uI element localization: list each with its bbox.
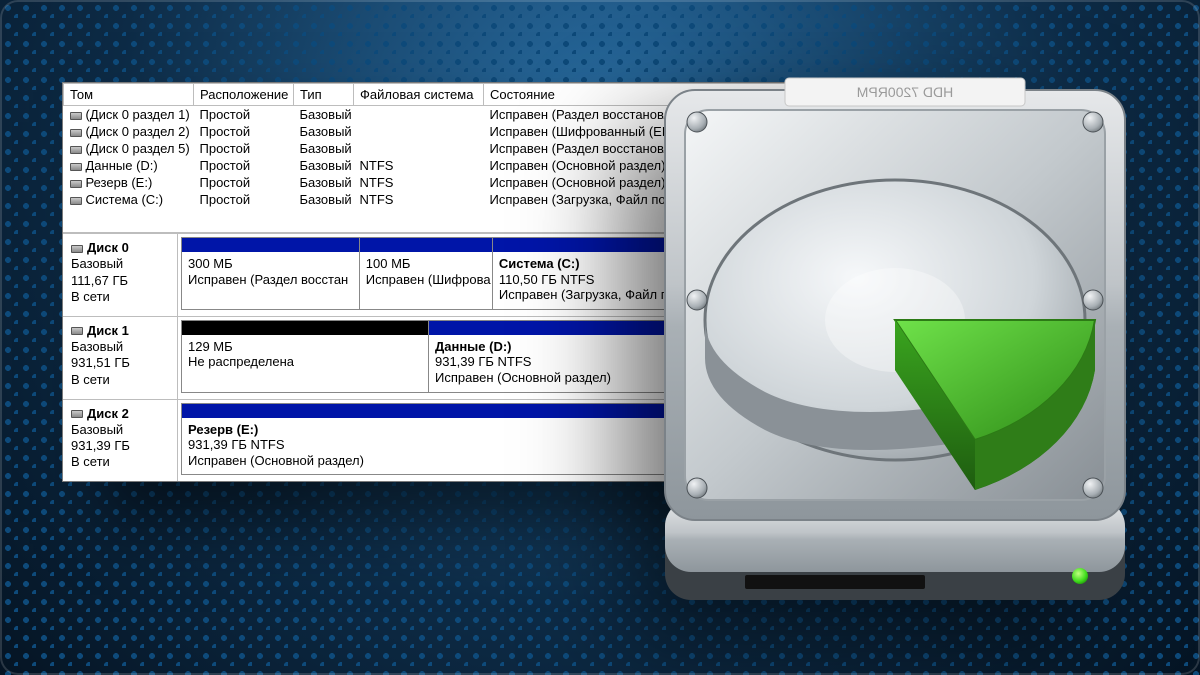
volume-type: Базовый xyxy=(294,106,354,124)
partition-stripe xyxy=(182,238,359,252)
volume-layout: Простой xyxy=(194,157,294,174)
disk-state: В сети xyxy=(71,454,169,470)
disk-type: Базовый xyxy=(71,256,169,272)
disk-state: В сети xyxy=(71,289,169,305)
partition-status: Исправен (Раздел восстан xyxy=(188,272,353,288)
partition-size: 129 МБ xyxy=(188,339,422,355)
volume-name: (Диск 0 раздел 5) xyxy=(86,141,190,156)
volume-type: Базовый xyxy=(294,140,354,157)
disk-size: 931,51 ГБ xyxy=(71,355,169,371)
partition[interactable]: 300 МБИсправен (Раздел восстан xyxy=(181,237,360,310)
col-volume[interactable]: Том xyxy=(64,84,194,106)
drive-icon xyxy=(70,146,82,154)
volume-layout: Простой xyxy=(194,191,294,208)
disk-info[interactable]: Диск 2Базовый931,39 ГБВ сети xyxy=(63,400,178,482)
volume-fs xyxy=(354,123,484,140)
volume-layout: Простой xyxy=(194,140,294,157)
volume-name: Резерв (E:) xyxy=(86,175,153,190)
partition-stripe xyxy=(182,321,428,335)
drive-icon xyxy=(70,112,82,120)
volume-name: Данные (D:) xyxy=(86,158,158,173)
volume-type: Базовый xyxy=(294,157,354,174)
partition[interactable]: 129 МБНе распределена xyxy=(181,320,429,393)
drive-icon xyxy=(70,197,82,205)
volume-type: Базовый xyxy=(294,174,354,191)
volume-fs: NTFS xyxy=(354,191,484,208)
hdd-illustration: HDD 7200RPM xyxy=(635,70,1155,630)
partition-size: 300 МБ xyxy=(188,256,353,272)
volume-fs: NTFS xyxy=(354,174,484,191)
volume-name: Система (C:) xyxy=(86,192,164,207)
col-filesystem[interactable]: Файловая система xyxy=(354,84,484,106)
volume-name: (Диск 0 раздел 2) xyxy=(86,124,190,139)
drive-icon xyxy=(71,245,83,253)
disk-info[interactable]: Диск 0Базовый111,67 ГБВ сети xyxy=(63,234,178,316)
col-type[interactable]: Тип xyxy=(294,84,354,106)
col-layout[interactable]: Расположение xyxy=(194,84,294,106)
volume-type: Базовый xyxy=(294,123,354,140)
partition-status: Исправен (Шифрова xyxy=(366,272,486,288)
drive-icon xyxy=(70,163,82,171)
drive-icon xyxy=(70,129,82,137)
volume-fs: NTFS xyxy=(354,157,484,174)
volume-type: Базовый xyxy=(294,191,354,208)
disk-name: Диск 1 xyxy=(87,323,129,338)
disk-size: 931,39 ГБ xyxy=(71,438,169,454)
drive-icon xyxy=(71,327,83,335)
disk-info[interactable]: Диск 1Базовый931,51 ГБВ сети xyxy=(63,317,178,399)
volume-fs xyxy=(354,140,484,157)
disk-type: Базовый xyxy=(71,422,169,438)
volume-fs xyxy=(354,106,484,124)
disk-state: В сети xyxy=(71,372,169,388)
volume-layout: Простой xyxy=(194,123,294,140)
disk-name: Диск 2 xyxy=(87,406,129,421)
disk-name: Диск 0 xyxy=(87,240,129,255)
partition-size: 100 МБ xyxy=(366,256,486,272)
volume-layout: Простой xyxy=(194,174,294,191)
drive-icon xyxy=(71,410,83,418)
partition-status: Не распределена xyxy=(188,354,422,370)
volume-name: (Диск 0 раздел 1) xyxy=(86,107,190,122)
volume-layout: Простой xyxy=(194,106,294,124)
partition-stripe xyxy=(360,238,492,252)
partition[interactable]: 100 МБИсправен (Шифрова xyxy=(359,237,493,310)
drive-icon xyxy=(70,180,82,188)
hdd-label-text: HDD 7200RPM xyxy=(857,84,953,100)
disk-type: Базовый xyxy=(71,339,169,355)
disk-size: 111,67 ГБ xyxy=(71,273,169,289)
